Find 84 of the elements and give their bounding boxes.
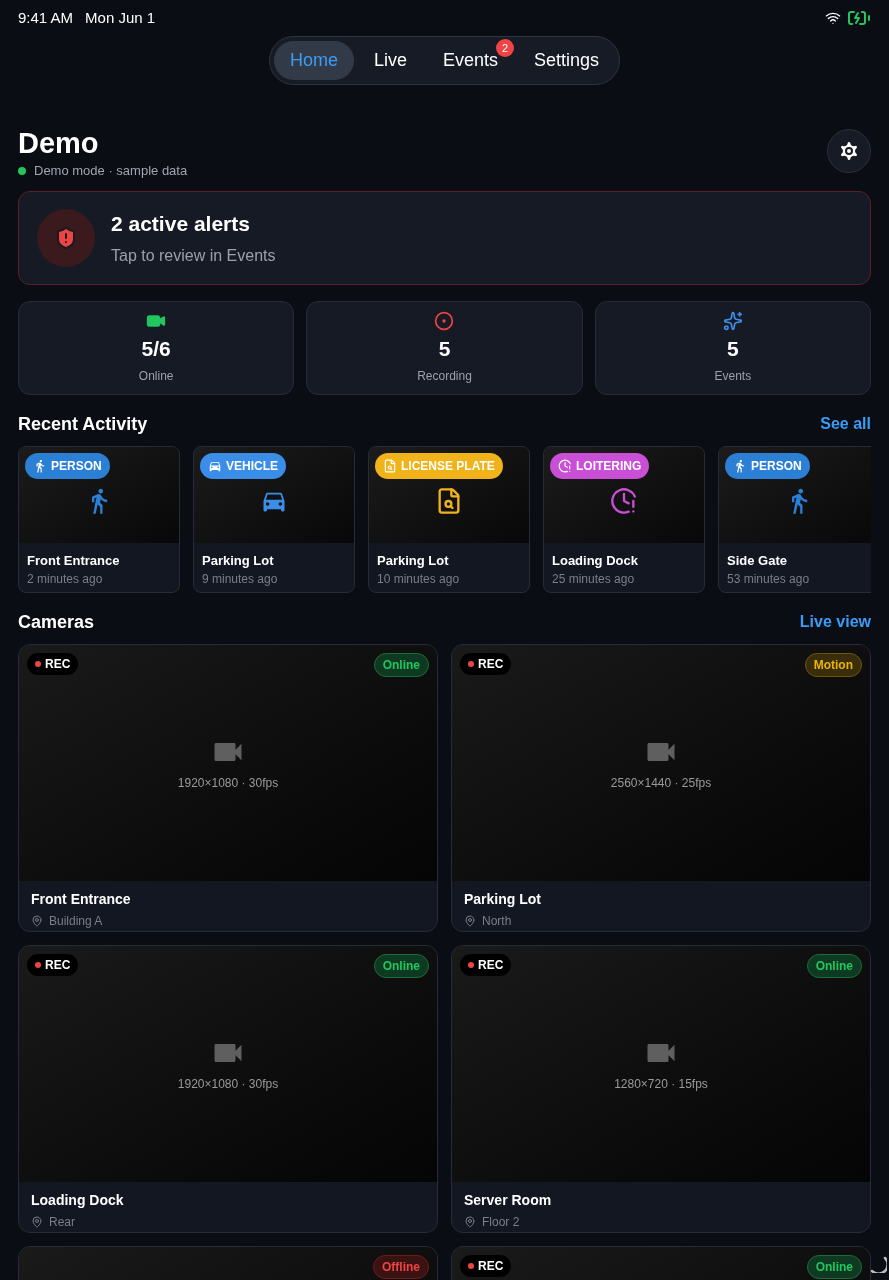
activity-camera-name: Parking Lot bbox=[202, 551, 275, 570]
activity-card[interactable]: VEHICLE Parking Lot 9 minutes ago bbox=[193, 445, 355, 593]
activity-card[interactable]: PERSON Side Gate 53 minutes ago bbox=[718, 445, 871, 593]
activity-camera-name: Front Entrance bbox=[27, 551, 121, 570]
camera-card[interactable]: Offline bbox=[18, 1245, 438, 1280]
activity-time: 9 minutes ago bbox=[202, 571, 279, 589]
activity-time: 10 minutes ago bbox=[377, 571, 461, 589]
record-icon bbox=[434, 311, 455, 331]
loading-spinner-icon bbox=[869, 1255, 887, 1273]
stat-label: Online bbox=[138, 367, 174, 385]
camera-card[interactable]: REC Online 1920×1080 · 30fps Loading Dock Rear bbox=[18, 944, 438, 1233]
activity-card[interactable]: PERSON Front Entrance 2 minutes ago bbox=[18, 445, 180, 593]
camera-location: Building A bbox=[49, 912, 103, 930]
recording-badge: REC bbox=[460, 1254, 512, 1277]
notification-badge: 2 bbox=[496, 39, 514, 57]
location-pin-icon bbox=[464, 1215, 476, 1228]
status-badge: Online bbox=[806, 953, 862, 978]
camera-location: Floor 2 bbox=[482, 1213, 520, 1231]
activity-card[interactable]: LOITERING Loading Dock 25 minutes ago bbox=[543, 445, 705, 593]
camera-card[interactable]: REC Motion 2560×1440 · 25fps Parking Lot North bbox=[451, 643, 871, 932]
camera-card[interactable]: REC Online bbox=[451, 1245, 871, 1280]
section-title: Recent Activity bbox=[18, 412, 148, 436]
alert-card[interactable]: 2 active alerts Tap to review in Events bbox=[18, 190, 871, 285]
event-tag: LOITERING bbox=[550, 452, 650, 479]
demo-mode-text: Demo mode · sample data bbox=[34, 162, 188, 181]
status-badge: Online bbox=[373, 953, 429, 978]
alert-title: 2 active alerts bbox=[111, 211, 251, 237]
activity-camera-name: Parking Lot bbox=[377, 551, 450, 570]
status-badge: Motion bbox=[804, 652, 862, 677]
stat-value: 5/6 bbox=[141, 336, 171, 362]
wifi-icon bbox=[825, 10, 841, 26]
sparkle-icon bbox=[722, 311, 743, 331]
event-tag: PERSON bbox=[725, 452, 810, 479]
resolution-text: 1280×720 · 15fps bbox=[614, 1075, 708, 1093]
event-tag: PERSON bbox=[25, 452, 110, 479]
settings-button[interactable] bbox=[827, 129, 871, 173]
recording-badge: REC bbox=[460, 652, 512, 675]
activity-time: 53 minutes ago bbox=[727, 571, 811, 589]
status-badge: Online bbox=[806, 1254, 862, 1279]
recording-badge: REC bbox=[27, 953, 79, 976]
clock-alert-icon bbox=[610, 486, 638, 515]
clock-alert-icon bbox=[558, 458, 572, 473]
camera-name: Server Room bbox=[464, 1190, 553, 1210]
camera-card[interactable]: REC Online 1280×720 · 15fps Server Room Floor 2 bbox=[451, 944, 871, 1233]
camera-name: Loading Dock bbox=[31, 1190, 125, 1210]
location-pin-icon bbox=[31, 914, 43, 927]
location-pin-icon bbox=[464, 914, 476, 927]
see-all-link[interactable]: See all bbox=[820, 412, 871, 437]
status-badge: Offline bbox=[373, 1254, 429, 1279]
event-tag: VEHICLE bbox=[200, 452, 286, 479]
activity-camera-name: Side Gate bbox=[727, 551, 788, 570]
nav-tab[interactable]: Settings bbox=[518, 41, 616, 80]
status-date: Mon Jun 1 bbox=[85, 7, 156, 28]
stat-label: Recording bbox=[417, 367, 472, 385]
live-view-link[interactable]: Live view bbox=[799, 610, 871, 635]
camera-name: Parking Lot bbox=[464, 889, 542, 909]
recording-badge: REC bbox=[460, 953, 512, 976]
activity-card[interactable]: LICENSE PLATE Parking Lot 10 minutes ago bbox=[368, 445, 530, 593]
status-badge: Online bbox=[373, 652, 429, 677]
document-search-icon bbox=[383, 458, 397, 473]
nav-tab[interactable]: Home bbox=[273, 41, 354, 80]
shield-alert-icon bbox=[54, 225, 78, 250]
resolution-text: 1920×1080 · 30fps bbox=[177, 774, 279, 792]
stat-label: Events bbox=[714, 367, 752, 385]
location-pin-icon bbox=[31, 1215, 43, 1228]
resolution-text: 1920×1080 · 30fps bbox=[177, 1075, 279, 1093]
status-time: 9:41 AM bbox=[18, 7, 74, 28]
nav-tab[interactable]: Live bbox=[357, 41, 423, 80]
camera-card[interactable]: REC Online 1920×1080 · 30fps Front Entrance Building A bbox=[18, 643, 438, 932]
camera-location: North bbox=[482, 912, 512, 930]
activity-time: 2 minutes ago bbox=[27, 571, 104, 589]
page-title: Demo bbox=[18, 126, 100, 161]
camera-name: Front Entrance bbox=[31, 889, 132, 909]
activity-time: 25 minutes ago bbox=[552, 571, 636, 589]
stat-value: 5 bbox=[438, 336, 451, 362]
stat-value: 5 bbox=[727, 336, 739, 362]
camera-location: Rear bbox=[49, 1213, 75, 1231]
recording-badge: REC bbox=[27, 652, 79, 675]
alert-subtitle: Tap to review in Events bbox=[111, 245, 276, 266]
nav-tab[interactable]: Events 2 bbox=[427, 41, 514, 80]
event-tag: LICENSE PLATE bbox=[375, 452, 503, 479]
resolution-text: 2560×1440 · 25fps bbox=[610, 774, 712, 792]
activity-camera-name: Loading Dock bbox=[552, 551, 639, 570]
section-title: Cameras bbox=[18, 610, 95, 634]
